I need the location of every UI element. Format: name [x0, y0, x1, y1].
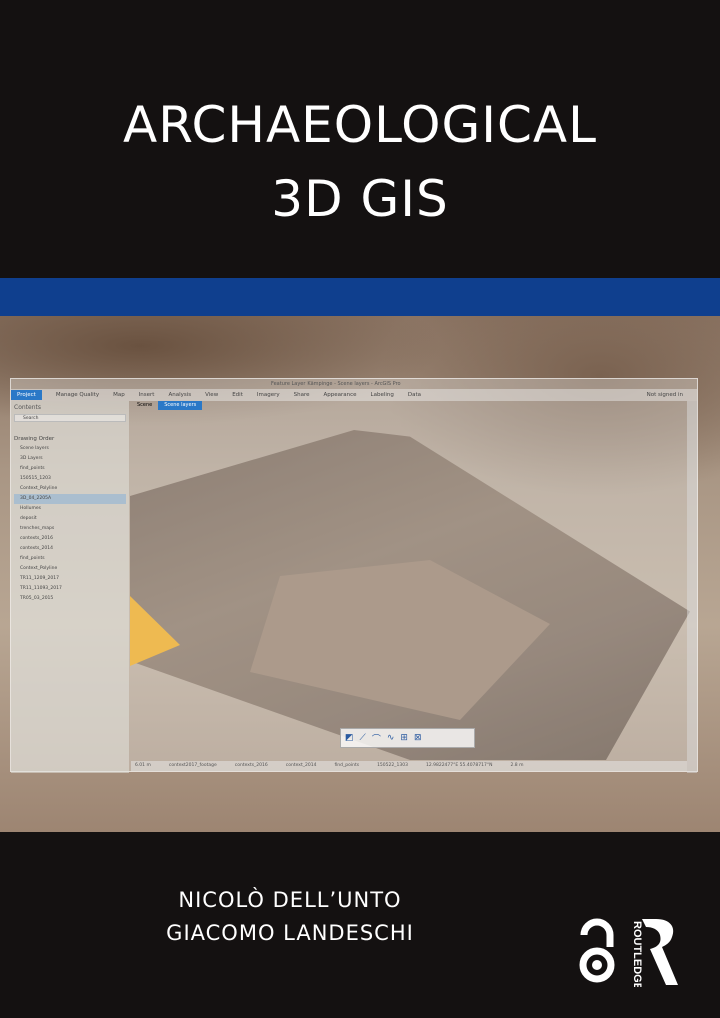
gis-title-bar: Kämpinge - Scene layers - ArcGIS ProFeat…	[11, 379, 697, 389]
layer-item[interactable]: contexts_2016	[14, 534, 126, 544]
search-input[interactable]: Search	[14, 414, 126, 422]
window-title: Kämpinge - Scene layers - ArcGIS Pro	[307, 381, 400, 387]
tab-manage-quality[interactable]: Manage Quality	[56, 392, 99, 398]
coordinate-readout: 12.9822477°E 55.4078717°N	[426, 761, 493, 771]
snap-tool-icon[interactable]: ⊞	[400, 733, 408, 743]
signin-status[interactable]: Not signed in	[647, 392, 697, 398]
layer-item[interactable]: trenches_maps	[14, 524, 126, 534]
elevation-readout: 2.8 m	[511, 761, 524, 771]
layer-item-selected[interactable]: 3D_04_2205A	[14, 494, 126, 504]
tab-project[interactable]: Project	[11, 390, 42, 400]
drawing-order-label: Drawing Order	[14, 436, 126, 442]
tab-view[interactable]: View	[205, 392, 218, 398]
contents-pane: Contents Search Drawing Order Scene laye…	[11, 401, 129, 773]
layer-item[interactable]: Hollumes	[14, 504, 126, 514]
layer-item[interactable]: Scene layers	[14, 444, 126, 454]
scale-readout: 6.01 m	[135, 761, 151, 771]
open-access-dot	[592, 960, 602, 970]
layer-item[interactable]: deposit	[14, 514, 126, 524]
tab-scene[interactable]: Scene	[131, 401, 158, 410]
contents-title: Contents	[14, 404, 126, 411]
line-tool-icon[interactable]: ⟋	[360, 733, 366, 743]
context-title: Feature Layer	[271, 379, 305, 389]
curve-tool-icon[interactable]: ⌒	[372, 732, 381, 745]
layer-item[interactable]: 150515_1203	[14, 474, 126, 484]
delete-tool-icon[interactable]: ⊠	[414, 733, 422, 743]
layer-item[interactable]: TR05_03_2015	[14, 594, 126, 604]
author-1: NICOLÒ DELL’UNTO	[0, 888, 650, 912]
ribbon-tabs: Project Manage Quality Map Insert Analys…	[11, 389, 697, 401]
layer-item[interactable]: TR11_11093_2017	[14, 584, 126, 594]
status-tab[interactable]: context2017_footage	[169, 761, 217, 771]
tab-labeling[interactable]: Labeling	[371, 392, 394, 398]
book-title-line1: ARCHAEOLOGICAL	[0, 96, 720, 154]
status-tab[interactable]: find_points	[334, 761, 359, 771]
editing-toolbar: ◩ ⟋ ⌒ ∿ ⊞ ⊠	[340, 728, 475, 748]
layer-item[interactable]: TR11_1209_2017	[14, 574, 126, 584]
tab-appearance[interactable]: Appearance	[323, 392, 356, 398]
status-tab[interactable]: 150522_1303	[377, 761, 408, 771]
side-panel-tabs[interactable]	[687, 401, 697, 773]
scene-tabs: Scene Scene layers	[131, 401, 202, 410]
status-bar: 6.01 m context2017_footage contexts_2016…	[131, 761, 687, 771]
layer-item[interactable]: Context_Polyline	[14, 564, 126, 574]
blue-band	[0, 278, 720, 316]
routledge-r-icon	[642, 919, 678, 985]
layer-item[interactable]: Context_Polyline	[14, 484, 126, 494]
tab-imagery[interactable]: Imagery	[257, 392, 280, 398]
open-access-icon	[583, 922, 611, 979]
author-2: GIACOMO LANDESCHI	[0, 921, 650, 945]
tab-scene-layers[interactable]: Scene layers	[158, 401, 202, 410]
open-access-routledge-logo: ROUTLEDGE	[578, 915, 682, 987]
tab-data[interactable]: Data	[408, 392, 421, 398]
tab-analysis[interactable]: Analysis	[168, 392, 191, 398]
status-tab[interactable]: context_2014	[286, 761, 317, 771]
layer-item[interactable]: contexts_2014	[14, 544, 126, 554]
tab-map[interactable]: Map	[113, 392, 125, 398]
tab-edit[interactable]: Edit	[232, 392, 243, 398]
layer-item[interactable]: 3D Layers	[14, 454, 126, 464]
cover-header: ARCHAEOLOGICAL 3D GIS	[0, 0, 720, 278]
layer-item[interactable]: find_points	[14, 464, 126, 474]
tab-share[interactable]: Share	[294, 392, 310, 398]
polygon-tool-icon[interactable]: ◩	[345, 733, 354, 743]
status-tab[interactable]: contexts_2016	[235, 761, 268, 771]
book-title-line2: 3D GIS	[0, 170, 720, 228]
tab-insert[interactable]: Insert	[139, 392, 155, 398]
freehand-tool-icon[interactable]: ∿	[387, 733, 395, 743]
routledge-wordmark: ROUTLEDGE	[631, 921, 643, 987]
gis-window: Kämpinge - Scene layers - ArcGIS ProFeat…	[10, 378, 698, 772]
layer-item[interactable]: find_points	[14, 554, 126, 564]
